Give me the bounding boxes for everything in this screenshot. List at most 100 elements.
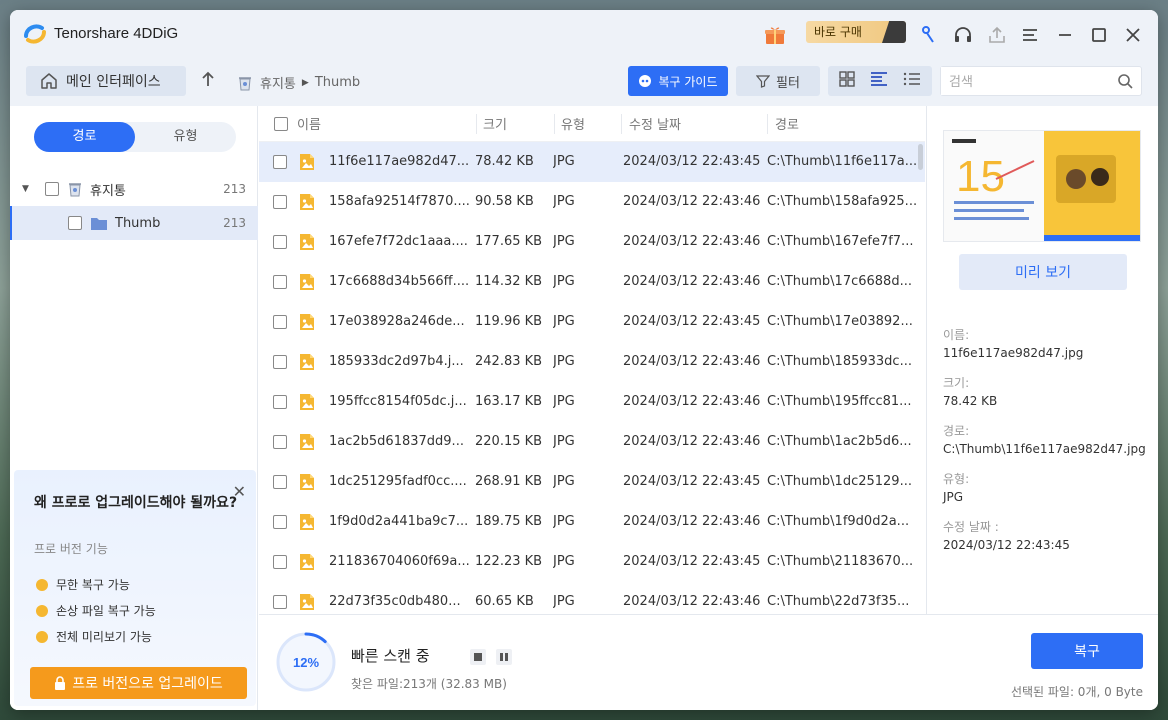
cell-size: 78.42 KB <box>475 154 534 169</box>
meta-label-type: 유형: <box>943 472 970 486</box>
breadcrumb-item-thumb[interactable]: Thumb <box>315 75 360 90</box>
image-file-icon <box>299 353 315 371</box>
tab-type[interactable]: 유형 <box>135 122 236 152</box>
column-header-name[interactable]: 이름 <box>297 114 321 133</box>
thumb-number: 15 <box>956 152 1005 201</box>
table-row[interactable]: 211836704060f69a... 122.23 KB JPG 2024/03/1… <box>259 542 925 582</box>
cell-name: 17e038928a246de... <box>329 314 465 329</box>
cell-size: 60.65 KB <box>475 594 534 609</box>
pause-icon[interactable] <box>496 649 512 665</box>
cell-name: 22d73f35c0db480... <box>329 594 461 609</box>
cell-type: JPG <box>553 274 575 289</box>
menu-icon[interactable] <box>1018 22 1044 48</box>
upgrade-button[interactable]: 프로 버전으로 업그레이드 <box>30 667 247 699</box>
search-icon[interactable] <box>1117 73 1133 93</box>
row-checkbox[interactable] <box>273 195 287 209</box>
table-row[interactable]: 185933dc2d97b4.j... 242.83 KB JPG 2024/03/1… <box>259 342 925 382</box>
cell-name: 1ac2b5d61837dd9... <box>329 434 464 449</box>
table-row[interactable]: 158afa92514f7870.... 90.58 KB JPG 2024/03/1… <box>259 182 925 222</box>
scan-status-title: 빠른 스캔 중 <box>351 647 430 665</box>
table-row[interactable]: 167efe7f72dc1aaa.... 177.65 KB JPG 2024/03/… <box>259 222 925 262</box>
cell-size: 242.83 KB <box>475 354 543 369</box>
detail-view-icon[interactable] <box>870 71 888 91</box>
meta-value-type: JPG <box>943 490 964 504</box>
minimize-icon[interactable] <box>1052 22 1078 48</box>
cell-type: JPG <box>553 474 575 489</box>
cell-name: 1dc251295fadf0cc.... <box>329 474 467 489</box>
image-file-icon <box>299 313 315 331</box>
headset-icon[interactable] <box>950 22 976 48</box>
scrollbar[interactable] <box>918 144 923 170</box>
table-row[interactable]: 1f9d0d2a441ba9c7... 189.75 KB JPG 2024/03/1… <box>259 502 925 542</box>
key-icon[interactable] <box>916 22 942 48</box>
recover-button[interactable]: 복구 <box>1031 633 1143 669</box>
close-icon[interactable] <box>1120 22 1146 48</box>
table-row[interactable]: 17e038928a246de... 119.96 KB JPG 2024/03/12… <box>259 302 925 342</box>
tree-checkbox-recycle-bin[interactable] <box>45 182 59 196</box>
tree-item-recycle-bin[interactable]: ▼ 휴지통 213 <box>10 172 258 206</box>
grid-view-icon[interactable] <box>839 71 856 91</box>
cell-path: C:\Thumb\158afa925... <box>767 194 917 209</box>
promo-close-icon[interactable]: ✕ <box>233 482 246 501</box>
tab-path[interactable]: 경로 <box>34 122 135 152</box>
row-checkbox[interactable] <box>273 155 287 169</box>
progress-ring: 12% <box>276 632 336 692</box>
upgrade-label: 프로 버전으로 업그레이드 <box>72 676 223 692</box>
filter-button[interactable]: 필터 <box>736 66 820 96</box>
guide-robot-icon <box>639 75 652 87</box>
breadcrumb-item-recycle[interactable]: 휴지통 <box>260 73 296 92</box>
table-row[interactable]: 11f6e117ae982d47... 78.42 KB JPG 2024/03/12… <box>259 142 925 182</box>
tree-label: 휴지통 <box>90 183 126 199</box>
preview-panel: 15 미리 보기 이름: 11f6e117ae982d47.jpg 크기: 78… <box>926 106 1158 614</box>
select-all-checkbox[interactable] <box>274 117 288 131</box>
column-header-date[interactable]: 수정 날짜 <box>629 114 681 133</box>
buy-now-button[interactable]: 바로 구매 <box>806 21 906 43</box>
row-checkbox[interactable] <box>273 515 287 529</box>
table-row[interactable]: 22d73f35c0db480... 60.65 KB JPG 2024/03/12 … <box>259 582 925 614</box>
gift-icon[interactable] <box>762 22 788 48</box>
cell-name: 211836704060f69a... <box>329 554 469 569</box>
table-row[interactable]: 1ac2b5d61837dd9... 220.15 KB JPG 2024/03/12… <box>259 422 925 462</box>
preview-thumbnail: 15 <box>943 130 1141 242</box>
promo-feature-label: 전체 미리보기 가능 <box>56 630 152 644</box>
table-row[interactable]: 1dc251295fadf0cc.... 268.91 KB JPG 2024/03/… <box>259 462 925 502</box>
row-checkbox[interactable] <box>273 275 287 289</box>
row-checkbox[interactable] <box>273 395 287 409</box>
row-checkbox[interactable] <box>273 315 287 329</box>
maximize-icon[interactable] <box>1086 22 1112 48</box>
table-header: 이름 크기 유형 수정 날짜 경로 <box>259 106 925 142</box>
cell-type: JPG <box>553 194 575 209</box>
meta-value-path: C:\Thumb\11f6e117ae982d47.jpg <box>943 442 1146 456</box>
eye-icon <box>36 630 48 643</box>
column-header-path[interactable]: 경로 <box>775 114 799 133</box>
cell-date: 2024/03/12 22:43:46 <box>623 274 761 289</box>
table-row[interactable]: 195ffcc8154f05dc.j... 163.17 KB JPG 2024/03… <box>259 382 925 422</box>
share-icon[interactable] <box>984 22 1010 48</box>
cell-date: 2024/03/12 22:43:46 <box>623 594 761 609</box>
cell-name: 158afa92514f7870.... <box>329 194 469 209</box>
row-checkbox[interactable] <box>273 555 287 569</box>
recovery-guide-button[interactable]: 복구 가이드 <box>628 66 728 96</box>
tree-item-thumb[interactable]: Thumb 213 <box>10 206 258 240</box>
row-checkbox[interactable] <box>273 235 287 249</box>
row-checkbox[interactable] <box>273 435 287 449</box>
search-input[interactable] <box>941 67 1101 95</box>
home-button[interactable]: 메인 인터페이스 <box>26 66 186 96</box>
row-checkbox[interactable] <box>273 355 287 369</box>
table-row[interactable]: 17c6688d34b566ff.... 114.32 KB JPG 2024/03/… <box>259 262 925 302</box>
row-checkbox[interactable] <box>273 475 287 489</box>
column-header-size[interactable]: 크기 <box>483 114 507 133</box>
preview-button[interactable]: 미리 보기 <box>959 254 1127 290</box>
list-view-icon[interactable] <box>903 71 921 91</box>
column-header-type[interactable]: 유형 <box>561 114 585 133</box>
tree-checkbox-thumb[interactable] <box>68 216 82 230</box>
home-icon <box>41 73 57 89</box>
up-arrow-icon[interactable] <box>200 70 216 92</box>
collapse-arrow-icon[interactable]: ▼ <box>22 184 29 194</box>
image-file-icon <box>299 233 315 251</box>
recycle-bin-icon <box>69 183 81 197</box>
cell-name: 195ffcc8154f05dc.j... <box>329 394 467 409</box>
cell-type: JPG <box>553 394 575 409</box>
row-checkbox[interactable] <box>273 595 287 609</box>
stop-icon[interactable] <box>470 649 486 665</box>
